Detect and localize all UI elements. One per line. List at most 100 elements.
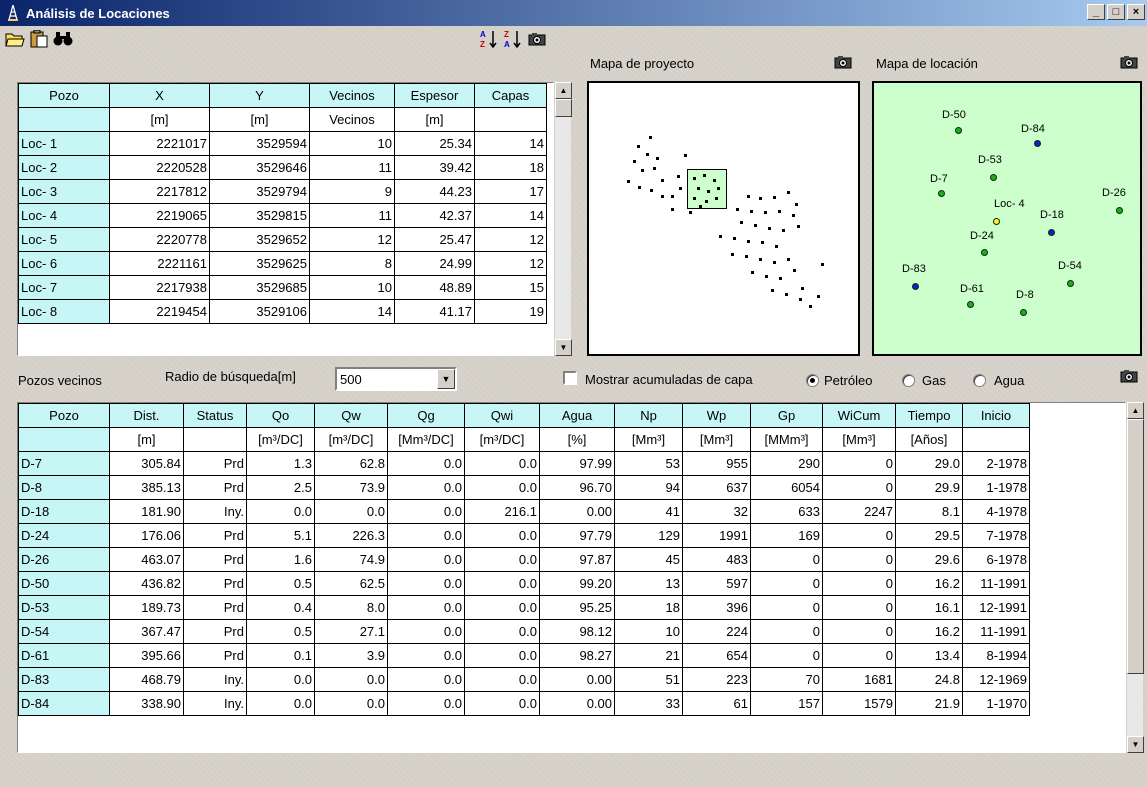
column-header[interactable]: Qwi bbox=[464, 403, 540, 428]
neighbors-snapshot-button[interactable] bbox=[1118, 365, 1140, 387]
column-header[interactable]: Dist. bbox=[109, 403, 184, 428]
scroll-down-button[interactable]: ▼ bbox=[555, 339, 572, 356]
column-header[interactable]: Qw bbox=[314, 403, 388, 428]
table-cell[interactable]: 0.00 bbox=[539, 667, 615, 692]
table-cell[interactable]: 224 bbox=[682, 619, 751, 644]
scroll-thumb[interactable] bbox=[1127, 419, 1144, 674]
table-cell[interactable]: 1681 bbox=[822, 667, 896, 692]
table-cell[interactable]: 7-1978 bbox=[962, 523, 1030, 548]
table-cell[interactable]: 216.1 bbox=[464, 499, 540, 524]
table-cell[interactable]: 12 bbox=[309, 227, 395, 252]
table-row[interactable]: D-61 395.66 Prd 0.1 3.9 0.0 0.0 98.27 21 654 0 0 13.… bbox=[18, 643, 1030, 668]
table-row[interactable]: D-54 367.47 Prd 0.5 27.1 0.0 0.0 98.12 10 224 0 0 16… bbox=[18, 619, 1030, 644]
table-cell[interactable]: 11-1991 bbox=[962, 571, 1030, 596]
table-cell[interactable]: 16.2 bbox=[895, 619, 963, 644]
table-cell[interactable]: 8.0 bbox=[314, 595, 388, 620]
table-row[interactable]: D-24 176.06 Prd 5.1 226.3 0.0 0.0 97.79 129 1991 1… bbox=[18, 523, 1030, 548]
table-cell[interactable]: 29.6 bbox=[895, 547, 963, 572]
table-cell[interactable]: 5.1 bbox=[246, 523, 315, 548]
column-header[interactable]: Y bbox=[209, 83, 310, 108]
table-cell[interactable]: 0 bbox=[822, 451, 896, 476]
project-map[interactable] bbox=[587, 81, 860, 356]
table-cell[interactable]: 53 bbox=[614, 451, 683, 476]
table-cell[interactable]: 95.25 bbox=[539, 595, 615, 620]
table-cell[interactable]: 6054 bbox=[750, 475, 823, 500]
table-cell[interactable]: 0.4 bbox=[246, 595, 315, 620]
table-cell[interactable]: 14 bbox=[474, 131, 547, 156]
well-marker[interactable] bbox=[1048, 229, 1055, 236]
table-cell[interactable]: 12 bbox=[474, 227, 547, 252]
row-header-cell[interactable]: D-53 bbox=[18, 595, 110, 620]
table-cell[interactable]: Prd bbox=[183, 571, 247, 596]
table-cell[interactable]: 0 bbox=[750, 595, 823, 620]
table-cell[interactable]: 436.82 bbox=[109, 571, 184, 596]
radio-gas[interactable] bbox=[902, 374, 915, 387]
table-cell[interactable]: 0.0 bbox=[246, 691, 315, 716]
well-marker[interactable] bbox=[967, 301, 974, 308]
table-cell[interactable]: Prd bbox=[183, 475, 247, 500]
table-cell[interactable]: 73.9 bbox=[314, 475, 388, 500]
row-header-cell[interactable]: Loc- 4 bbox=[18, 203, 110, 228]
column-unit[interactable]: [m³/DC] bbox=[464, 427, 540, 452]
column-unit[interactable]: [m] bbox=[109, 427, 184, 452]
table-cell[interactable]: 0.0 bbox=[387, 523, 465, 548]
table-cell[interactable]: 25.47 bbox=[394, 227, 475, 252]
table-cell[interactable]: 12-1969 bbox=[962, 667, 1030, 692]
table-cell[interactable]: 1.3 bbox=[246, 451, 315, 476]
table-cell[interactable]: 10 bbox=[309, 131, 395, 156]
table-cell[interactable]: 32 bbox=[682, 499, 751, 524]
table-cell[interactable]: 0.0 bbox=[387, 499, 465, 524]
table-row[interactable]: D-18 181.90 Iny. 0.0 0.0 0.0 216.1 0.00 41 32 633 2… bbox=[18, 499, 1030, 524]
row-header-cell[interactable]: Loc- 5 bbox=[18, 227, 110, 252]
table-cell[interactable]: 97.99 bbox=[539, 451, 615, 476]
table-cell[interactable]: 0.0 bbox=[314, 691, 388, 716]
table-cell[interactable]: 0 bbox=[822, 523, 896, 548]
column-unit[interactable] bbox=[18, 107, 110, 132]
table-cell[interactable]: 13.4 bbox=[895, 643, 963, 668]
table-row[interactable]: Loc- 4 2219065 3529815 11 42.37 14 bbox=[18, 203, 547, 228]
column-unit[interactable]: [m³/DC] bbox=[314, 427, 388, 452]
table-cell[interactable]: 3529625 bbox=[209, 251, 310, 276]
row-header-cell[interactable]: D-61 bbox=[18, 643, 110, 668]
table-cell[interactable]: 483 bbox=[682, 547, 751, 572]
column-unit[interactable]: [Mm³] bbox=[682, 427, 751, 452]
table-cell[interactable]: Iny. bbox=[183, 499, 247, 524]
well-marker[interactable] bbox=[1020, 309, 1027, 316]
table-cell[interactable]: 16.1 bbox=[895, 595, 963, 620]
table-row[interactable]: D-8 385.13 Prd 2.5 73.9 0.0 0.0 96.70 94 637 6054 0… bbox=[18, 475, 1030, 500]
table-cell[interactable]: 94 bbox=[614, 475, 683, 500]
table-cell[interactable]: 14 bbox=[309, 299, 395, 324]
table-cell[interactable]: Prd bbox=[183, 451, 247, 476]
column-header[interactable]: Gp bbox=[750, 403, 823, 428]
column-header[interactable]: Status bbox=[183, 403, 247, 428]
table-cell[interactable]: Prd bbox=[183, 547, 247, 572]
table-cell[interactable]: 3529106 bbox=[209, 299, 310, 324]
table-row[interactable]: D-50 436.82 Prd 0.5 62.5 0.0 0.0 99.20 13 597 0 0 16… bbox=[18, 571, 1030, 596]
table-cell[interactable]: 48.89 bbox=[394, 275, 475, 300]
table-cell[interactable]: 62.8 bbox=[314, 451, 388, 476]
table-cell[interactable]: 0.0 bbox=[246, 499, 315, 524]
row-header-cell[interactable]: D-83 bbox=[18, 667, 110, 692]
close-button[interactable]: × bbox=[1127, 4, 1145, 20]
column-unit[interactable] bbox=[183, 427, 247, 452]
table-cell[interactable]: 226.3 bbox=[314, 523, 388, 548]
table-cell[interactable]: 25.34 bbox=[394, 131, 475, 156]
column-unit[interactable]: [Años] bbox=[895, 427, 963, 452]
table-cell[interactable]: 16.2 bbox=[895, 571, 963, 596]
table-cell[interactable]: 654 bbox=[682, 643, 751, 668]
scroll-thumb[interactable] bbox=[555, 99, 572, 117]
table-cell[interactable]: 0 bbox=[822, 475, 896, 500]
table-cell[interactable]: Prd bbox=[183, 643, 247, 668]
table-cell[interactable]: 181.90 bbox=[109, 499, 184, 524]
table-cell[interactable]: Prd bbox=[183, 523, 247, 548]
row-header-cell[interactable]: D-26 bbox=[18, 547, 110, 572]
row-header-cell[interactable]: D-8 bbox=[18, 475, 110, 500]
table-cell[interactable]: 1991 bbox=[682, 523, 751, 548]
table-cell[interactable]: 955 bbox=[682, 451, 751, 476]
row-header-cell[interactable]: D-24 bbox=[18, 523, 110, 548]
table-cell[interactable]: 8.1 bbox=[895, 499, 963, 524]
table-cell[interactable]: 11-1991 bbox=[962, 619, 1030, 644]
table-cell[interactable]: 13 bbox=[614, 571, 683, 596]
table-row[interactable]: Loc- 1 2221017 3529594 10 25.34 14 bbox=[18, 131, 547, 156]
table-cell[interactable]: Iny. bbox=[183, 691, 247, 716]
